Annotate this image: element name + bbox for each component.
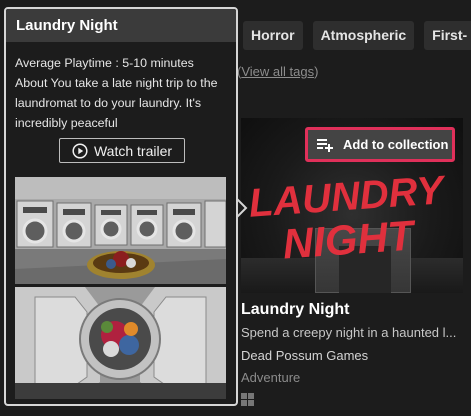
add-to-collection-label: Add to collection bbox=[343, 137, 449, 152]
screenshot-laundromat-washers[interactable] bbox=[15, 177, 226, 284]
tag-atmospheric[interactable]: Atmospheric bbox=[312, 21, 415, 50]
watch-trailer-button[interactable]: Watch trailer bbox=[59, 138, 185, 163]
popup-playtime: Average Playtime : 5-10 minutes bbox=[15, 56, 194, 70]
add-to-collection-button[interactable]: Add to collection bbox=[305, 127, 455, 162]
game-title[interactable]: Laundry Night bbox=[241, 301, 349, 319]
popup-about: About You take a late night trip to the … bbox=[15, 76, 218, 130]
popup-text: Average Playtime : 5-10 minutes About Yo… bbox=[15, 53, 230, 133]
game-description: Spend a creepy night in a haunted l... bbox=[241, 325, 457, 340]
screenshot-washing-machine-porthole[interactable] bbox=[15, 287, 226, 399]
play-circle-icon bbox=[72, 142, 88, 159]
game-logo-line2: NIGHT bbox=[281, 211, 418, 267]
tag-list: Horror Atmospheric First- bbox=[243, 21, 471, 50]
watch-trailer-label: Watch trailer bbox=[93, 142, 173, 159]
game-developer[interactable]: Dead Possum Games bbox=[241, 348, 368, 363]
game-preview-popup: Laundry Night Average Playtime : 5-10 mi… bbox=[4, 7, 238, 406]
windows-icon bbox=[241, 393, 254, 406]
game-genre: Adventure bbox=[241, 370, 301, 385]
view-all-tags-row: (View all tags) bbox=[237, 64, 319, 79]
playlist-add-icon bbox=[317, 138, 333, 152]
tag-horror[interactable]: Horror bbox=[243, 21, 303, 50]
view-all-tags-link[interactable]: View all tags bbox=[241, 64, 314, 79]
popup-title: Laundry Night bbox=[6, 9, 236, 42]
tag-first-person[interactable]: First- bbox=[424, 21, 471, 50]
